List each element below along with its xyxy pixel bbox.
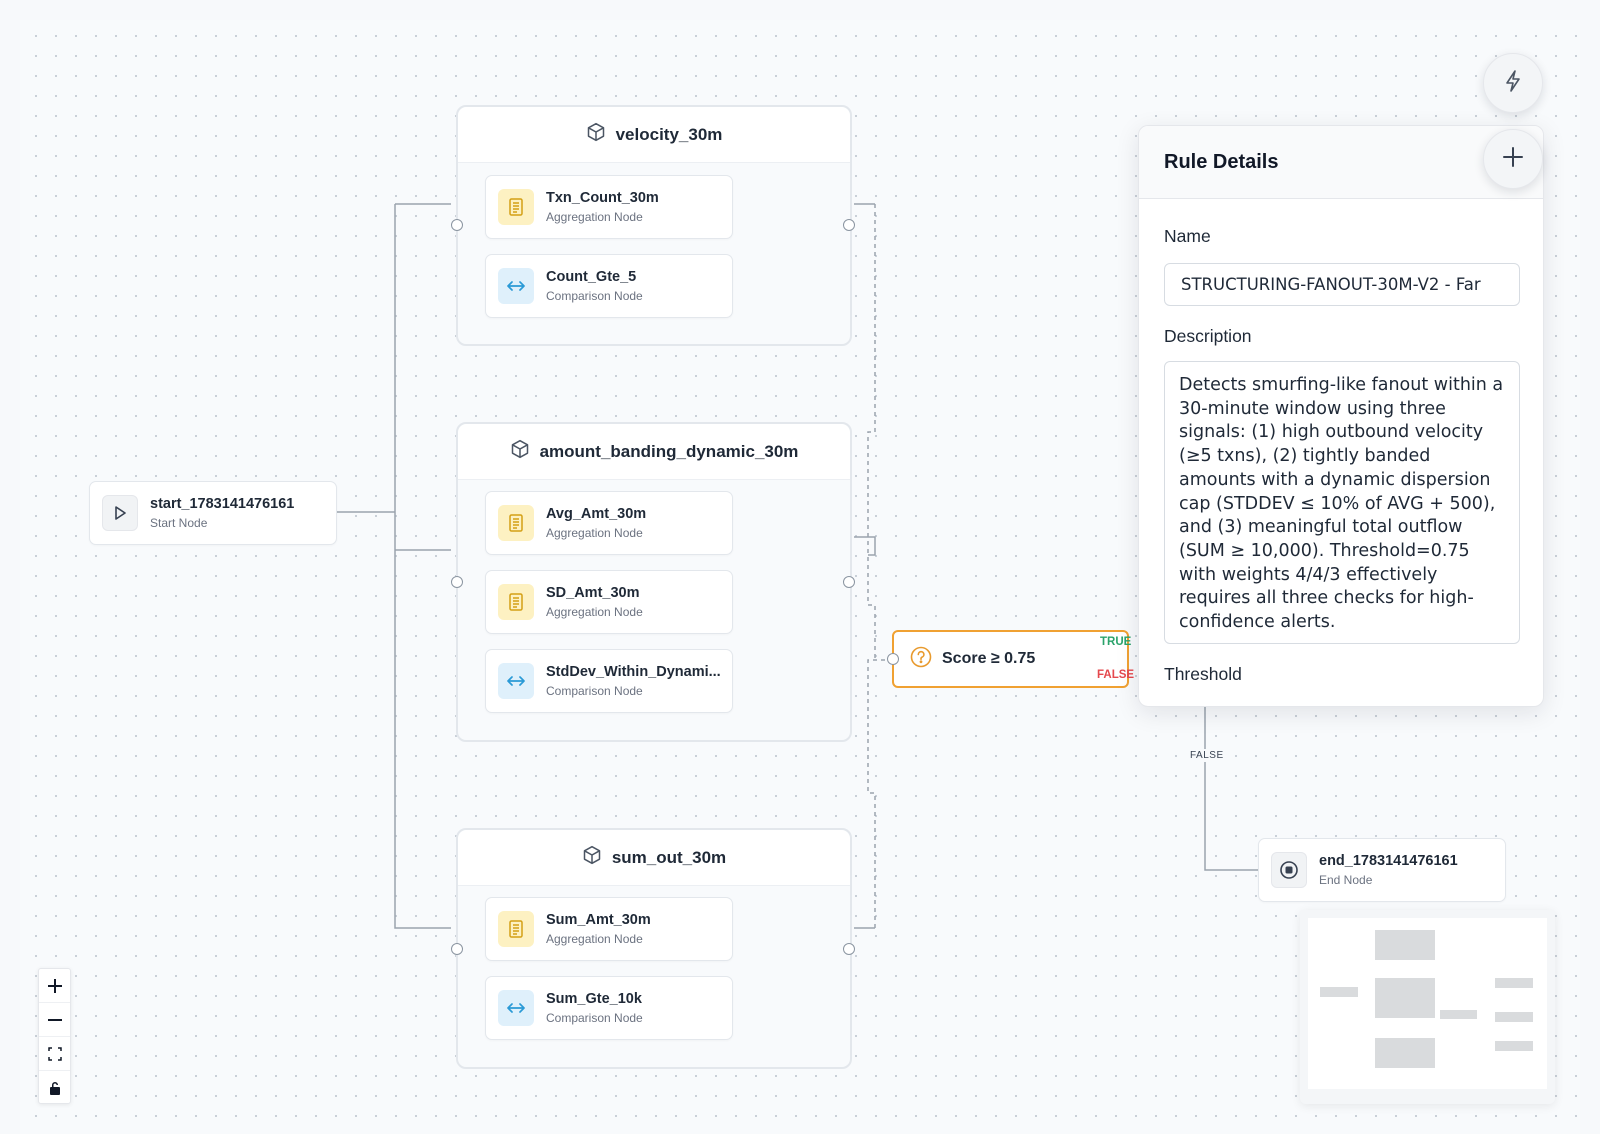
group-input-handle[interactable]: [451, 219, 463, 231]
cube-icon: [586, 122, 606, 147]
document-icon: [498, 505, 534, 541]
node-subtitle: Start Node: [150, 516, 208, 530]
true-branch-label: TRUE: [1100, 636, 1132, 648]
document-icon: [498, 189, 534, 225]
description-label: Description: [1164, 326, 1252, 346]
canvas-controls: [38, 968, 71, 1104]
node-sum-gte-10k[interactable]: Sum_Gte_10k Comparison Node: [485, 976, 733, 1040]
false-branch-label: FALSE: [1097, 669, 1135, 681]
group-title: velocity_30m: [615, 124, 723, 144]
zoom-out-button[interactable]: [39, 1003, 70, 1037]
group-header: velocity_30m: [458, 107, 850, 163]
node-title: Count_Gte_5: [546, 269, 637, 285]
name-label: Name: [1164, 226, 1211, 246]
group-header: sum_out_30m: [458, 830, 850, 886]
group-input-handle[interactable]: [451, 943, 463, 955]
arrows-horizontal-icon: [498, 990, 534, 1026]
minimap[interactable]: [1300, 910, 1555, 1104]
node-count-gte-5[interactable]: Count_Gte_5 Comparison Node: [485, 254, 733, 318]
node-subtitle: Comparison Node: [546, 289, 643, 303]
node-sum-amt-30m[interactable]: Sum_Amt_30m Aggregation Node: [485, 897, 733, 961]
node-subtitle: Aggregation Node: [546, 932, 643, 946]
group-input-handle[interactable]: [451, 576, 463, 588]
edge-false-label: FALSE: [1187, 749, 1227, 762]
decision-node[interactable]: Score ≥ 0.75: [892, 630, 1129, 688]
start-node[interactable]: start_1783141476161 Start Node: [89, 481, 337, 545]
node-title: Txn_Count_30m: [546, 190, 659, 206]
decision-input-handle[interactable]: [887, 653, 899, 665]
node-subtitle: Aggregation Node: [546, 526, 643, 540]
name-field[interactable]: [1164, 263, 1520, 306]
group-output-handle[interactable]: [843, 943, 855, 955]
minimap-viewport: [1308, 918, 1547, 1089]
document-icon: [498, 584, 534, 620]
node-title: Avg_Amt_30m: [546, 506, 647, 522]
add-button[interactable]: [1483, 129, 1543, 189]
description-field[interactable]: [1164, 361, 1520, 644]
lightning-button[interactable]: [1483, 53, 1543, 113]
node-subtitle: Comparison Node: [546, 1011, 643, 1025]
node-subtitle: Aggregation Node: [546, 605, 643, 619]
rule-details-panel[interactable]: Rule Details Name Description Threshold: [1138, 125, 1544, 707]
stop-icon: [1271, 852, 1307, 888]
node-avg-amt-30m[interactable]: Avg_Amt_30m Aggregation Node: [485, 491, 733, 555]
threshold-label: Threshold: [1164, 664, 1242, 684]
arrows-horizontal-icon: [498, 663, 534, 699]
group-output-handle[interactable]: [843, 219, 855, 231]
node-subtitle: Comparison Node: [546, 684, 643, 698]
group-output-handle[interactable]: [843, 576, 855, 588]
node-title: start_1783141476161: [150, 496, 295, 512]
play-icon: [102, 495, 138, 531]
plus-icon: [1502, 146, 1524, 173]
node-title: SD_Amt_30m: [546, 585, 640, 601]
end-node[interactable]: end_1783141476161 End Node: [1258, 838, 1506, 902]
node-subtitle: Aggregation Node: [546, 210, 643, 224]
document-icon: [498, 911, 534, 947]
node-title: Sum_Amt_30m: [546, 912, 651, 928]
cube-icon: [582, 845, 602, 870]
group-title: amount_banding_dynamic_30m: [539, 441, 799, 461]
decision-label: Score ≥ 0.75: [942, 650, 1036, 667]
question-icon: [910, 646, 932, 673]
lock-button[interactable]: [39, 1071, 70, 1105]
node-sd-amt-30m[interactable]: SD_Amt_30m Aggregation Node: [485, 570, 733, 634]
node-title: end_1783141476161: [1319, 853, 1458, 869]
node-title: StdDev_Within_Dynami...: [546, 664, 721, 680]
zoom-in-button[interactable]: [39, 969, 70, 1003]
node-txn-count-30m[interactable]: Txn_Count_30m Aggregation Node: [485, 175, 733, 239]
lightning-icon: [1505, 69, 1521, 97]
group-title: sum_out_30m: [611, 847, 727, 867]
node-subtitle: End Node: [1319, 873, 1373, 887]
fit-view-button[interactable]: [39, 1037, 70, 1071]
cube-icon: [510, 439, 530, 464]
node-stddev-within-dynamic[interactable]: StdDev_Within_Dynami... Comparison Node: [485, 649, 733, 713]
group-header: amount_banding_dynamic_30m: [458, 424, 850, 480]
arrows-horizontal-icon: [498, 268, 534, 304]
node-title: Sum_Gte_10k: [546, 991, 642, 1007]
